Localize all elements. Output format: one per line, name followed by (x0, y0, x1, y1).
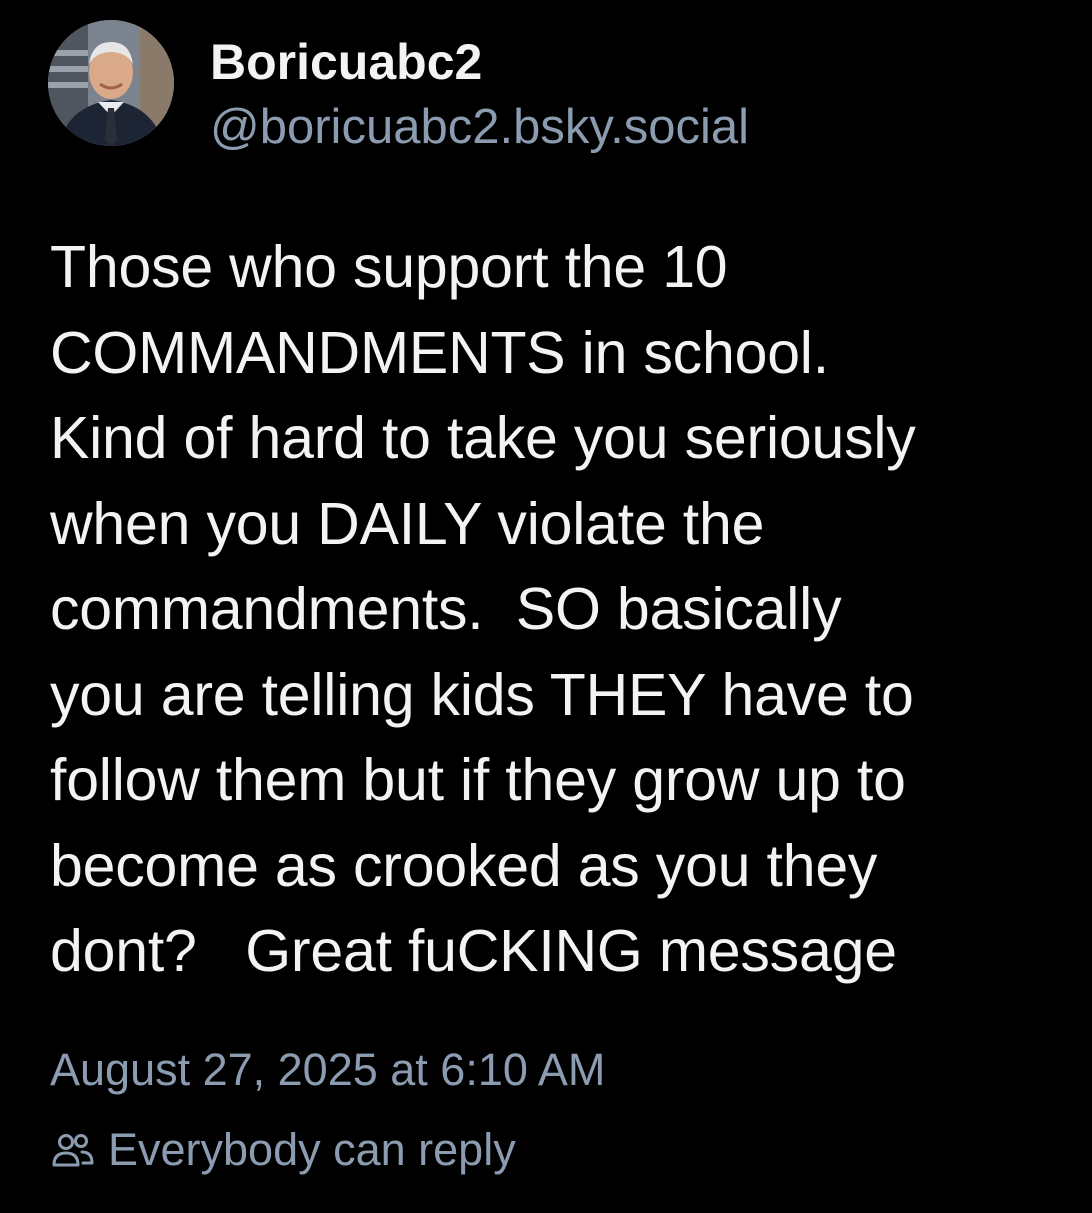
reply-setting[interactable]: Everybody can reply (50, 1120, 516, 1180)
post-text-line: you are telling kids THEY have to (50, 661, 914, 728)
author-display-name[interactable]: Boricuabc2 (210, 28, 749, 96)
post-text-line: when you DAILY violate the (50, 490, 765, 557)
reply-setting-label: Everybody can reply (108, 1124, 516, 1175)
avatar-image (48, 20, 174, 146)
post-text-line: become as crooked as you they (50, 832, 878, 899)
author-block: Boricuabc2 @boricuabc2.bsky.social (210, 28, 749, 158)
post-timestamp: August 27, 2025 at 6:10 AM (50, 1044, 606, 1095)
post-text-line: follow them but if they grow up to (50, 747, 906, 813)
post-text: Those who support the 10 COMMANDMENTS in… (50, 225, 1080, 995)
author-handle[interactable]: @boricuabc2.bsky.social (210, 96, 749, 158)
post-text-line: dont? Great fuCKING message (50, 918, 897, 984)
post-text-line: COMMANDMENTS in school. (50, 319, 829, 386)
post-text-line: commandments. SO basically (50, 576, 842, 642)
post-card: Boricuabc2 @boricuabc2.bsky.social Those… (0, 0, 1092, 1213)
avatar[interactable] (48, 20, 174, 146)
post-text-line: Kind of hard to take you seriously (50, 405, 916, 471)
post-text-line: Those who support the 10 (50, 234, 728, 300)
people-icon (50, 1127, 96, 1173)
